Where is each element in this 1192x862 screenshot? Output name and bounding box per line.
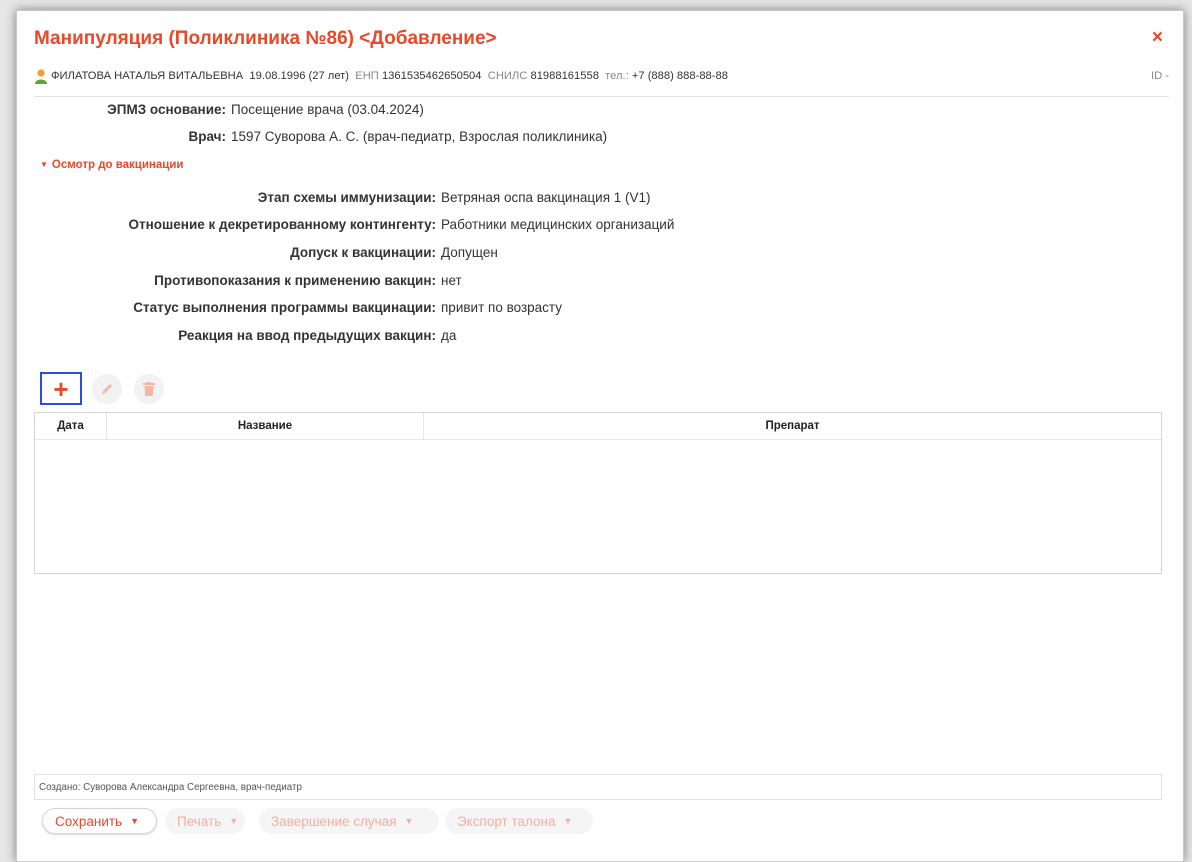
exam-row: Противопоказания к применению вакцин: нет: [34, 273, 462, 288]
patient-bar: ФИЛАТОВА НАТАЛЬЯ ВИТАЛЬЕВНА 19.08.1996 (…: [34, 69, 1169, 97]
chevron-down-icon: ▼: [40, 160, 48, 169]
exam-value: да: [441, 328, 457, 343]
column-header-name[interactable]: Название: [107, 413, 424, 439]
manipulation-dialog: Манипуляция (Поликлиника №86) <Добавлени…: [16, 10, 1184, 862]
column-header-date[interactable]: Дата: [35, 413, 107, 439]
exam-label: Статус выполнения программы вакцинации:: [133, 300, 436, 315]
exam-value: привит по возрасту: [441, 300, 562, 315]
print-label: Печать: [177, 813, 222, 829]
save-button[interactable]: Сохранить ▼: [42, 808, 157, 834]
exam-row: Статус выполнения программы вакцинации: п…: [34, 300, 562, 315]
exam-label: Этап схемы иммунизации:: [257, 190, 436, 205]
save-label: Сохранить: [55, 813, 123, 829]
section-vaccination-exam[interactable]: ▼ Осмотр до вакцинации: [40, 159, 184, 171]
dialog-title: Манипуляция (Поликлиника №86) <Добавлени…: [34, 28, 497, 49]
exam-value: Работники медицинских организаций: [441, 217, 675, 232]
created-by: Создано: Суворова Александра Сергеевна, …: [34, 774, 1162, 800]
exam-label: Допуск к вакцинации:: [290, 245, 436, 260]
doctor-value: 1597 Суворова А. С. (врач-педиатр, Взрос…: [231, 129, 608, 144]
section-title: Осмотр до вакцинации: [51, 159, 184, 171]
snils-label: СНИЛС: [487, 70, 528, 82]
epmz-value: Посещение врача (03.04.2024): [231, 102, 424, 117]
exam-label: Реакция на ввод предыдущих вакцин:: [178, 328, 436, 343]
doctor-row: Врач: 1597 Суворова А. С. (врач-педиатр, …: [34, 129, 607, 144]
print-button[interactable]: Печать ▼: [165, 808, 245, 834]
caret-down-icon: ▼: [130, 816, 140, 826]
close-icon[interactable]: ×: [1152, 28, 1163, 48]
exam-row: Реакция на ввод предыдущих вакцин: да: [34, 328, 456, 343]
phone-value: +7 (888) 888-88-88: [631, 70, 728, 82]
patient-name: ФИЛАТОВА НАТАЛЬЯ ВИТАЛЬЕВНА: [51, 70, 244, 82]
exam-row: Допуск к вакцинации: Допущен: [34, 245, 498, 260]
epmz-label: ЭПМЗ основание:: [107, 102, 226, 117]
add-button[interactable]: +: [40, 372, 82, 405]
finish-label: Завершение случая: [271, 813, 397, 829]
patient-id: ID -: [1150, 70, 1169, 82]
snils-value: 81988161558: [530, 70, 599, 82]
exam-label: Противопоказания к применению вакцин:: [154, 273, 436, 288]
caret-down-icon: ▼: [229, 816, 239, 826]
epmz-row: ЭПМЗ основание: Посещение врача (03.04.20…: [34, 102, 424, 117]
edit-button[interactable]: [92, 374, 122, 404]
exam-value: нет: [441, 273, 462, 288]
plus-icon: +: [53, 373, 69, 404]
exam-value: Допущен: [441, 245, 498, 260]
column-header-drug[interactable]: Препарат: [424, 413, 1161, 439]
exam-row: Отношение к декретированному контингенту…: [34, 217, 675, 232]
delete-button[interactable]: [134, 374, 164, 404]
table-header: Дата Название Препарат: [35, 413, 1161, 440]
enp-value: 1361535462650504: [381, 70, 482, 82]
caret-down-icon: ▼: [563, 816, 573, 826]
exam-label: Отношение к декретированному контингенту…: [128, 217, 436, 232]
patient-birth: 19.08.1996 (27 лет): [249, 70, 350, 82]
manipulations-table: Дата Название Препарат: [34, 412, 1162, 574]
exam-value: Ветряная оспа вакцинация 1 (V1): [441, 190, 651, 205]
export-ticket-button[interactable]: Экспорт талона ▼: [445, 808, 593, 834]
trash-icon: [143, 382, 155, 396]
export-label: Экспорт талона: [457, 813, 556, 829]
doctor-label: Врач:: [188, 129, 226, 144]
caret-down-icon: ▼: [404, 816, 414, 826]
pencil-icon: [102, 384, 112, 394]
person-icon: [35, 69, 47, 84]
exam-row: Этап схемы иммунизации: Ветряная оспа вак…: [34, 190, 651, 205]
enp-label: ЕНП: [355, 70, 379, 82]
finish-case-button[interactable]: Завершение случая ▼: [259, 808, 439, 834]
phone-label: тел.:: [605, 70, 629, 82]
